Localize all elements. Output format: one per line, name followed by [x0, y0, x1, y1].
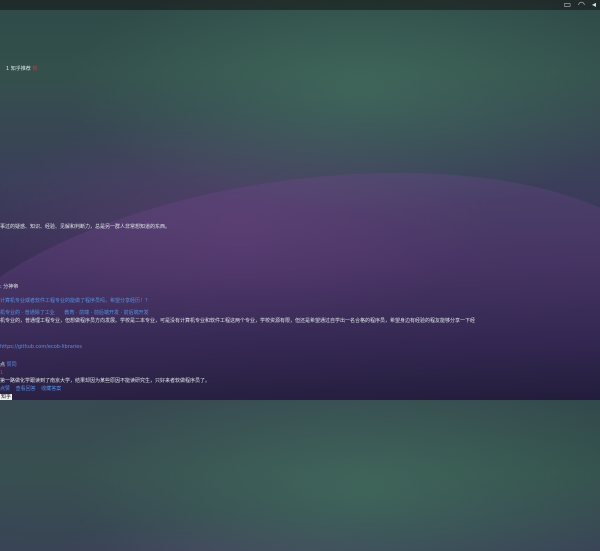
answer-intro: 事过的疑惑、知识、经验、见解和判断力，总是另一群人非常想知道的东西。 [0, 224, 171, 230]
nav-view-answers[interactable]: 查看回答 [16, 386, 36, 392]
feed-title: 知乎推荐 [10, 66, 31, 72]
tag-item[interactable]: 教育 · 前端 · 前后端开发 · 前后端开发 [64, 310, 148, 316]
hot-badge: 热 [32, 66, 38, 72]
footer-comment: 第一路做化学跟读到了南京大学，结果却因为某些原因不能读研究生，只好来者软做程序员… [0, 378, 211, 384]
section-label: : 分神帝 [0, 284, 19, 290]
input-prompt[interactable]: 知乎 [0, 394, 13, 400]
terminal-output[interactable]: 1 知乎推荐 热 事过的疑惑、知识、经验、见解和判断力，总是另一群人非常想知道的… [0, 0, 600, 400]
github-link[interactable]: https://github.com/ecob-libraries [0, 344, 82, 350]
vote-count: 1 [0, 370, 4, 376]
question-title[interactable]: 计算机专业或者软件工程专业的能做了程序员吗，希望分享经历！？ [0, 298, 150, 304]
vote-prefix: 点 [0, 362, 6, 368]
tag-item[interactable]: 机专业的 · 普通除了工业 [0, 310, 55, 316]
vote-line: 点 赞同 [0, 362, 17, 368]
question-tags: 机专业的 · 普通除了工业 教育 · 前端 · 前后端开发 · 前后端开发 [0, 310, 149, 316]
feed-title-line: 1 知乎推荐 热 [6, 66, 37, 72]
nav-save-answer[interactable]: 收藏答案 [41, 386, 61, 392]
nav-like[interactable]: 点赞 [0, 386, 10, 392]
action-nav: 点赞 查看回答 收藏答案 [0, 386, 61, 392]
vote-button[interactable]: 赞同 [7, 362, 17, 368]
answer-text: 机专业的，普通理工程专业，但想做程序员方向发展。学校是二本专业，可是没有计算机专… [0, 318, 476, 324]
prompt-text[interactable]: 知乎 [0, 394, 13, 400]
